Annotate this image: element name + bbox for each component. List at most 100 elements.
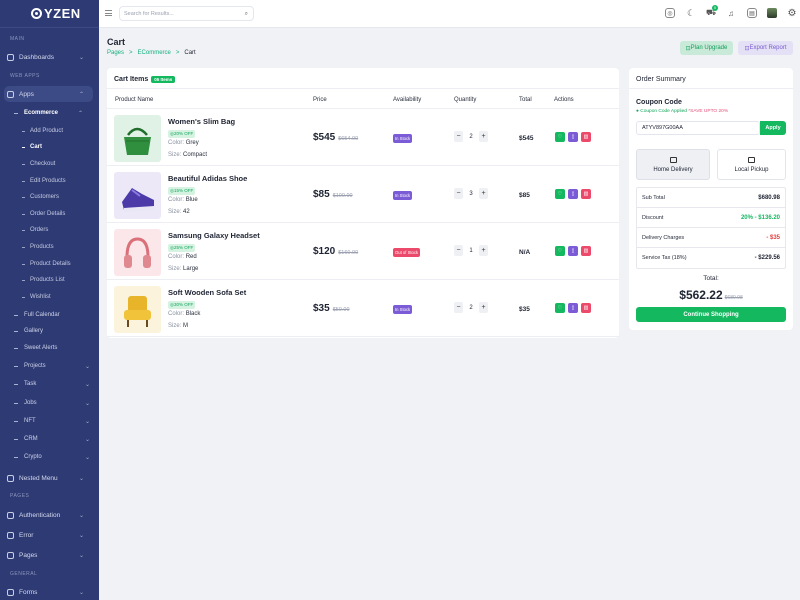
decrease-button[interactable]: −	[454, 188, 463, 199]
sofa-thumbnail[interactable]	[114, 286, 161, 333]
search-input[interactable]: Search for Results... ⌕	[119, 6, 254, 21]
sidebar-sub-order-details[interactable]: Order Details	[22, 211, 65, 217]
bell-icon[interactable]: ♫	[726, 8, 736, 18]
trash-icon[interactable]: ▥	[581, 303, 591, 313]
increase-button[interactable]: +	[479, 131, 488, 142]
shoe-thumbnail[interactable]	[114, 172, 161, 219]
chevron-up-icon: ⌃	[78, 92, 84, 98]
sidebar-sub-product-details[interactable]: Product Details	[22, 261, 71, 267]
home-delivery-option[interactable]: Home Delivery	[636, 149, 710, 180]
bookmark-icon[interactable]: ▯	[568, 246, 578, 256]
search-icon: ⌕	[244, 11, 248, 17]
sidebar-sub-products[interactable]: Products	[22, 244, 54, 250]
sidebar-item-error[interactable]: Error ⌄	[4, 527, 93, 543]
quantity-value[interactable]: 3	[463, 191, 479, 197]
sidebar-item-sweet-alerts[interactable]: Sweet Alerts	[14, 345, 57, 351]
sidebar-item-crm[interactable]: CRM ⌄	[14, 436, 90, 443]
decrease-button[interactable]: −	[454, 131, 463, 142]
sidebar-item-nested-menu[interactable]: Nested Menu ⌄	[4, 470, 93, 486]
product-name[interactable]: Beautiful Adidas Shoe	[168, 174, 247, 183]
sidebar-item-jobs[interactable]: Jobs ⌄	[14, 400, 90, 407]
wishlist-heart-icon[interactable]: ♡	[555, 303, 565, 313]
row-total: N/A	[519, 249, 531, 256]
export-report-button[interactable]: ⊡ Export Report	[738, 41, 793, 55]
bag-thumbnail[interactable]	[114, 115, 161, 162]
headset-thumbnail[interactable]	[114, 229, 161, 276]
apply-button[interactable]: Apply	[760, 121, 786, 135]
page-title: Cart	[107, 37, 126, 47]
sidebar-item-forms[interactable]: Forms ⌄	[4, 584, 93, 600]
wishlist-heart-icon[interactable]: ♡	[555, 246, 565, 256]
gear-icon[interactable]: ⚙	[787, 8, 797, 19]
breadcrumb-pages[interactable]: Pages	[107, 50, 124, 56]
price-old: $160.00	[338, 250, 359, 256]
divider	[629, 88, 793, 89]
sidebar-sub-customers[interactable]: Customers	[22, 194, 59, 200]
brand-logo[interactable]: YZEN	[0, 0, 99, 28]
increase-button[interactable]: +	[479, 188, 488, 199]
wishlist-heart-icon[interactable]: ♡	[555, 189, 565, 199]
apps-icon[interactable]: ▤	[747, 8, 757, 18]
size-value: Compact	[183, 152, 208, 158]
plan-upgrade-button[interactable]: ⊡ Plan Upgrade	[680, 41, 733, 55]
product-name[interactable]: Soft Wooden Sofa Set	[168, 288, 246, 297]
coupon-save-text: *SAVE UPTO 20%	[688, 109, 729, 114]
increase-button[interactable]: +	[479, 245, 488, 256]
sidebar-sub-products-list[interactable]: Products List	[22, 277, 65, 283]
menu-toggle-icon[interactable]	[105, 10, 112, 16]
sidebar-item-apps[interactable]: Apps ⌃	[4, 86, 93, 102]
sidebar-item-pages[interactable]: Pages ⌄	[4, 547, 93, 563]
moon-icon[interactable]: ☾	[686, 8, 696, 18]
increase-button[interactable]: +	[479, 302, 488, 313]
trash-icon[interactable]: ▥	[581, 246, 591, 256]
avatar[interactable]	[767, 8, 777, 18]
decrease-button[interactable]: −	[454, 302, 463, 313]
size-label: Size:	[168, 152, 182, 158]
summary-value: 20% - $136.20	[740, 214, 780, 221]
coupon-input[interactable]: ATYV897G00AA	[636, 121, 760, 135]
dash-icon	[22, 163, 25, 165]
quantity-value[interactable]: 2	[463, 134, 479, 140]
sidebar-item-authentication[interactable]: Authentication ⌄	[4, 507, 93, 523]
chevron-down-icon: ⌄	[78, 590, 84, 596]
sidebar-item-label: Apps	[19, 90, 34, 98]
decrease-button[interactable]: −	[454, 245, 463, 256]
local-pickup-option[interactable]: Local Pickup	[717, 149, 786, 180]
product-name[interactable]: Samsung Galaxy Headset	[168, 231, 260, 240]
sidebar-item-dashboards[interactable]: Dashboards ⌄	[4, 49, 93, 65]
sidebar-item-full-calendar[interactable]: Full Calendar	[14, 312, 60, 318]
sidebar-sub-orders[interactable]: Orders	[22, 227, 48, 233]
wishlist-heart-icon[interactable]: ♡	[555, 132, 565, 142]
sidebar-item-ecommerce[interactable]: Ecommerce	[14, 110, 58, 116]
sidebar-sub-wishlist[interactable]: Wishlist	[22, 294, 51, 300]
trash-icon[interactable]: ▥	[581, 189, 591, 199]
sidebar-sub-add-product[interactable]: Add Product	[22, 128, 63, 134]
trash-icon[interactable]: ▥	[581, 132, 591, 142]
sidebar-sub-checkout[interactable]: Checkout	[22, 161, 55, 167]
bookmark-icon[interactable]: ▯	[568, 303, 578, 313]
discount-badge: ◎30% OFF	[168, 301, 196, 309]
sidebar-sub-edit-products[interactable]: Edit Products	[22, 178, 66, 184]
breadcrumb-ecommerce[interactable]: ECommerce	[138, 50, 171, 56]
continue-shopping-button[interactable]: Continue Shopping	[636, 307, 786, 322]
size-value: Large	[183, 266, 199, 272]
quantity-value[interactable]: 1	[463, 248, 479, 254]
product-color: Color: Black	[168, 311, 200, 317]
sidebar-item-label: Task	[24, 381, 37, 387]
breadcrumb-separator-icon: >	[175, 50, 180, 56]
product-name[interactable]: Women's Slim Bag	[168, 117, 235, 126]
sidebar-sub-cart[interactable]: Cart	[22, 144, 42, 150]
sidebar-item-nft[interactable]: NFT ⌄	[14, 418, 90, 425]
ecommerce-chevron[interactable]: ⌃	[60, 105, 90, 121]
coupon-label: Coupon Code	[636, 99, 682, 106]
language-icon[interactable]: ◎	[665, 8, 675, 18]
availability-badge: Out of Stock	[393, 248, 421, 257]
sidebar-item-gallery[interactable]: Gallery	[14, 328, 43, 334]
bookmark-icon[interactable]: ▯	[568, 189, 578, 199]
sidebar-item-task[interactable]: Task ⌄	[14, 381, 90, 388]
product-price: $85 $100.00	[313, 189, 353, 200]
sidebar-item-projects[interactable]: Projects ⌄	[14, 363, 90, 370]
sidebar-item-crypto[interactable]: Crypto ⌄	[14, 454, 90, 461]
quantity-value[interactable]: 2	[463, 305, 479, 311]
bookmark-icon[interactable]: ▯	[568, 132, 578, 142]
